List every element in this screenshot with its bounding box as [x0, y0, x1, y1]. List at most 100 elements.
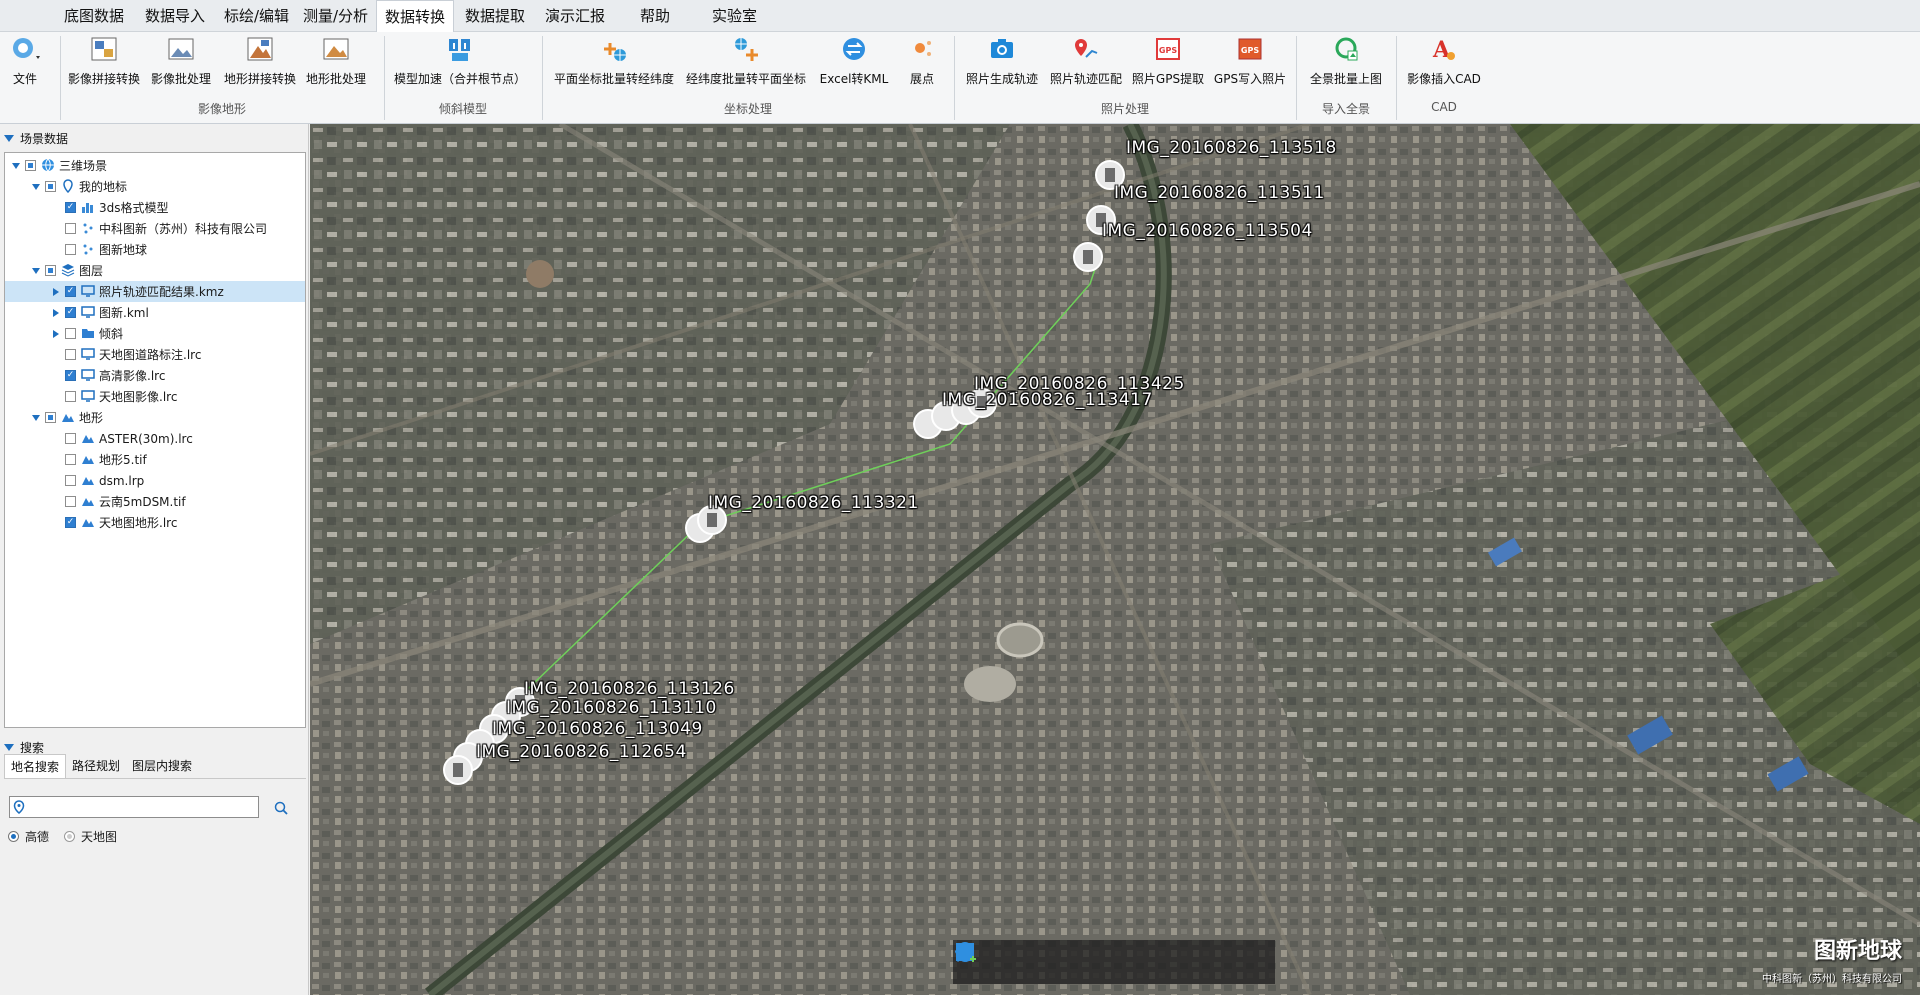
chart-add-icon[interactable] — [956, 946, 1255, 977]
radio-gaode[interactable]: 高德 — [8, 828, 49, 845]
tree-node[interactable]: ASTER(30m).lrc — [5, 428, 305, 449]
menu-convert[interactable]: 数据转换 — [376, 0, 455, 33]
layer-checkbox[interactable]: ✓ — [65, 202, 76, 213]
tree-node[interactable]: 我的地标 — [5, 176, 305, 197]
search-icon[interactable] — [274, 801, 288, 815]
layer-checkbox[interactable] — [65, 223, 76, 234]
tree-node[interactable]: 图新地球 — [5, 239, 305, 260]
layer-checkbox[interactable] — [65, 349, 76, 360]
expand-right-icon[interactable] — [51, 307, 61, 317]
tree-node[interactable]: ✓ 高清影像.lrc — [5, 365, 305, 386]
tree-node[interactable]: dsm.lrp — [5, 470, 305, 491]
expand-down-icon[interactable] — [31, 265, 41, 275]
layer-checkbox[interactable]: ✓ — [65, 370, 76, 381]
tab-layer-search[interactable]: 图层内搜索 — [126, 754, 198, 778]
tree-node[interactable]: ✓ 3ds格式模型 — [5, 197, 305, 218]
layer-checkbox[interactable] — [25, 160, 36, 171]
layer-checkbox[interactable] — [65, 391, 76, 402]
photo-label[interactable]: IMG_20160826_113110 — [506, 698, 717, 718]
gps-extract-button[interactable]: GPS 照片GPS提取 — [1130, 32, 1206, 92]
tree-node[interactable]: 倾斜 — [5, 323, 305, 344]
photo-label[interactable]: IMG_20160826_113518 — [1126, 138, 1337, 158]
tree-node-label: 3ds格式模型 — [99, 201, 169, 215]
photo-label[interactable]: IMG_20160826_113049 — [492, 719, 703, 739]
polyline-icon[interactable] — [955, 942, 1154, 977]
menu-extract[interactable]: 数据提取 — [457, 0, 533, 32]
radio-tianditu[interactable]: 天地图 — [64, 828, 117, 845]
tab-place-search[interactable]: 地名搜索 — [4, 754, 67, 778]
select-arrow-icon[interactable] — [959, 943, 1053, 977]
layer-checkbox[interactable]: ✓ — [65, 307, 76, 318]
tree-node[interactable]: 天地图道路标注.lrc — [5, 344, 305, 365]
photo-label[interactable]: IMG_20160826_113417 — [942, 390, 1153, 410]
tree-node-label: 天地图地形.lrc — [99, 516, 178, 530]
expand-right-icon[interactable] — [51, 328, 61, 338]
terrain-mosaic-label: 地形拼接转换 — [223, 72, 296, 86]
terrain-mosaic-button[interactable]: 地形拼接转换 — [222, 32, 298, 92]
latlon-to-plane-button[interactable]: 经纬度批量转平面坐标 — [684, 32, 808, 92]
excel-to-kml-button[interactable]: Excel转KML — [816, 32, 892, 92]
photo-label[interactable]: IMG_20160826_113321 — [708, 493, 919, 513]
tree-node[interactable]: 云南5mDSM.tif — [5, 491, 305, 512]
gps-write-icon: GPS — [1235, 34, 1265, 64]
photo-label[interactable]: IMG_20160826_113511 — [1114, 183, 1325, 203]
file-button[interactable]: 文件 — [8, 32, 42, 92]
photo-match-button[interactable]: 照片轨迹匹配 — [1048, 32, 1124, 92]
map-view[interactable]: IMG_20160826_113518 IMG_20160826_113511 … — [310, 124, 1920, 995]
menu-help[interactable]: 帮助 — [632, 0, 678, 32]
layer-checkbox[interactable] — [45, 412, 56, 423]
menu-presentation[interactable]: 演示汇报 — [537, 0, 613, 32]
menu-basemap[interactable]: 底图数据 — [56, 0, 132, 32]
expand-down-icon[interactable] — [11, 160, 21, 170]
layer-checkbox[interactable] — [65, 475, 76, 486]
scene-data-title: 场景数据 — [20, 132, 69, 146]
pan-hand-icon[interactable] — [954, 942, 1003, 977]
tree-node[interactable]: 图层 — [5, 260, 305, 281]
image-batch-button[interactable]: 影像批处理 — [150, 32, 212, 92]
layer-checkbox[interactable] — [65, 496, 76, 507]
layer-checkbox[interactable] — [45, 181, 56, 192]
tree-node[interactable]: ✓ 照片轨迹匹配结果.kmz — [5, 281, 305, 302]
cad-insert-icon: A — [1429, 34, 1459, 64]
plane-to-latlon-button[interactable]: 平面坐标批量转经纬度 — [552, 32, 676, 92]
menu-import[interactable]: 数据导入 — [137, 0, 213, 32]
menu-lab[interactable]: 实验室 — [704, 0, 765, 32]
photo-track-button[interactable]: 照片生成轨迹 — [964, 32, 1040, 92]
placemark-icon[interactable] — [958, 942, 1104, 977]
expand-down-icon[interactable] — [31, 181, 41, 191]
scatter-points-button[interactable]: 展点 — [900, 32, 944, 92]
tree-node[interactable]: 中科图新（苏州）科技有限公司 — [5, 218, 305, 239]
terrain-batch-button[interactable]: 地形批处理 — [305, 32, 367, 92]
tree-node[interactable]: ✓ 图新.kml — [5, 302, 305, 323]
tree-node[interactable]: 地形 — [5, 407, 305, 428]
layer-checkbox[interactable] — [45, 265, 56, 276]
layer-checkbox[interactable] — [65, 433, 76, 444]
layer-checkbox[interactable]: ✓ — [65, 286, 76, 297]
cad-insert-button[interactable]: A 影像插入CAD — [1404, 32, 1484, 92]
photo-label[interactable]: IMG_20160826_112654 — [476, 742, 687, 762]
tree-node[interactable]: ✓ 天地图地形.lrc — [5, 512, 305, 533]
tree-node[interactable]: 三维场景 — [5, 155, 305, 176]
layer-checkbox[interactable] — [65, 454, 76, 465]
expand-down-icon[interactable] — [31, 412, 41, 422]
menu-measure[interactable]: 测量/分析 — [295, 0, 376, 32]
tree-node-label: 倾斜 — [99, 327, 124, 341]
tree-node[interactable]: 天地图影像.lrc — [5, 386, 305, 407]
search-input[interactable] — [9, 796, 259, 818]
photo-label[interactable]: IMG_20160826_113126 — [524, 679, 735, 699]
tree-node[interactable]: 地形5.tif — [5, 449, 305, 470]
layer-checkbox[interactable] — [65, 328, 76, 339]
gps-write-button[interactable]: GPS GPS写入照片 — [1212, 32, 1288, 92]
scene-data-header[interactable]: 场景数据 — [4, 130, 68, 147]
plane-to-latlon-label: 平面坐标批量转经纬度 — [553, 72, 674, 86]
tab-route-planning[interactable]: 路径规划 — [66, 754, 126, 778]
model-accelerate-button[interactable]: 模型加速（合并根节点） — [392, 32, 528, 92]
panorama-batch-button[interactable]: 全景批量上图 — [1304, 32, 1388, 92]
layer-checkbox[interactable] — [65, 244, 76, 255]
menu-plot-edit[interactable]: 标绘/编辑 — [216, 0, 297, 32]
expand-right-icon[interactable] — [51, 286, 61, 296]
photo-label[interactable]: IMG_20160826_113504 — [1102, 221, 1313, 241]
image-mosaic-button[interactable]: 影像拼接转换 — [66, 32, 142, 92]
polygon-icon[interactable] — [956, 943, 1204, 977]
layer-checkbox[interactable]: ✓ — [65, 517, 76, 528]
